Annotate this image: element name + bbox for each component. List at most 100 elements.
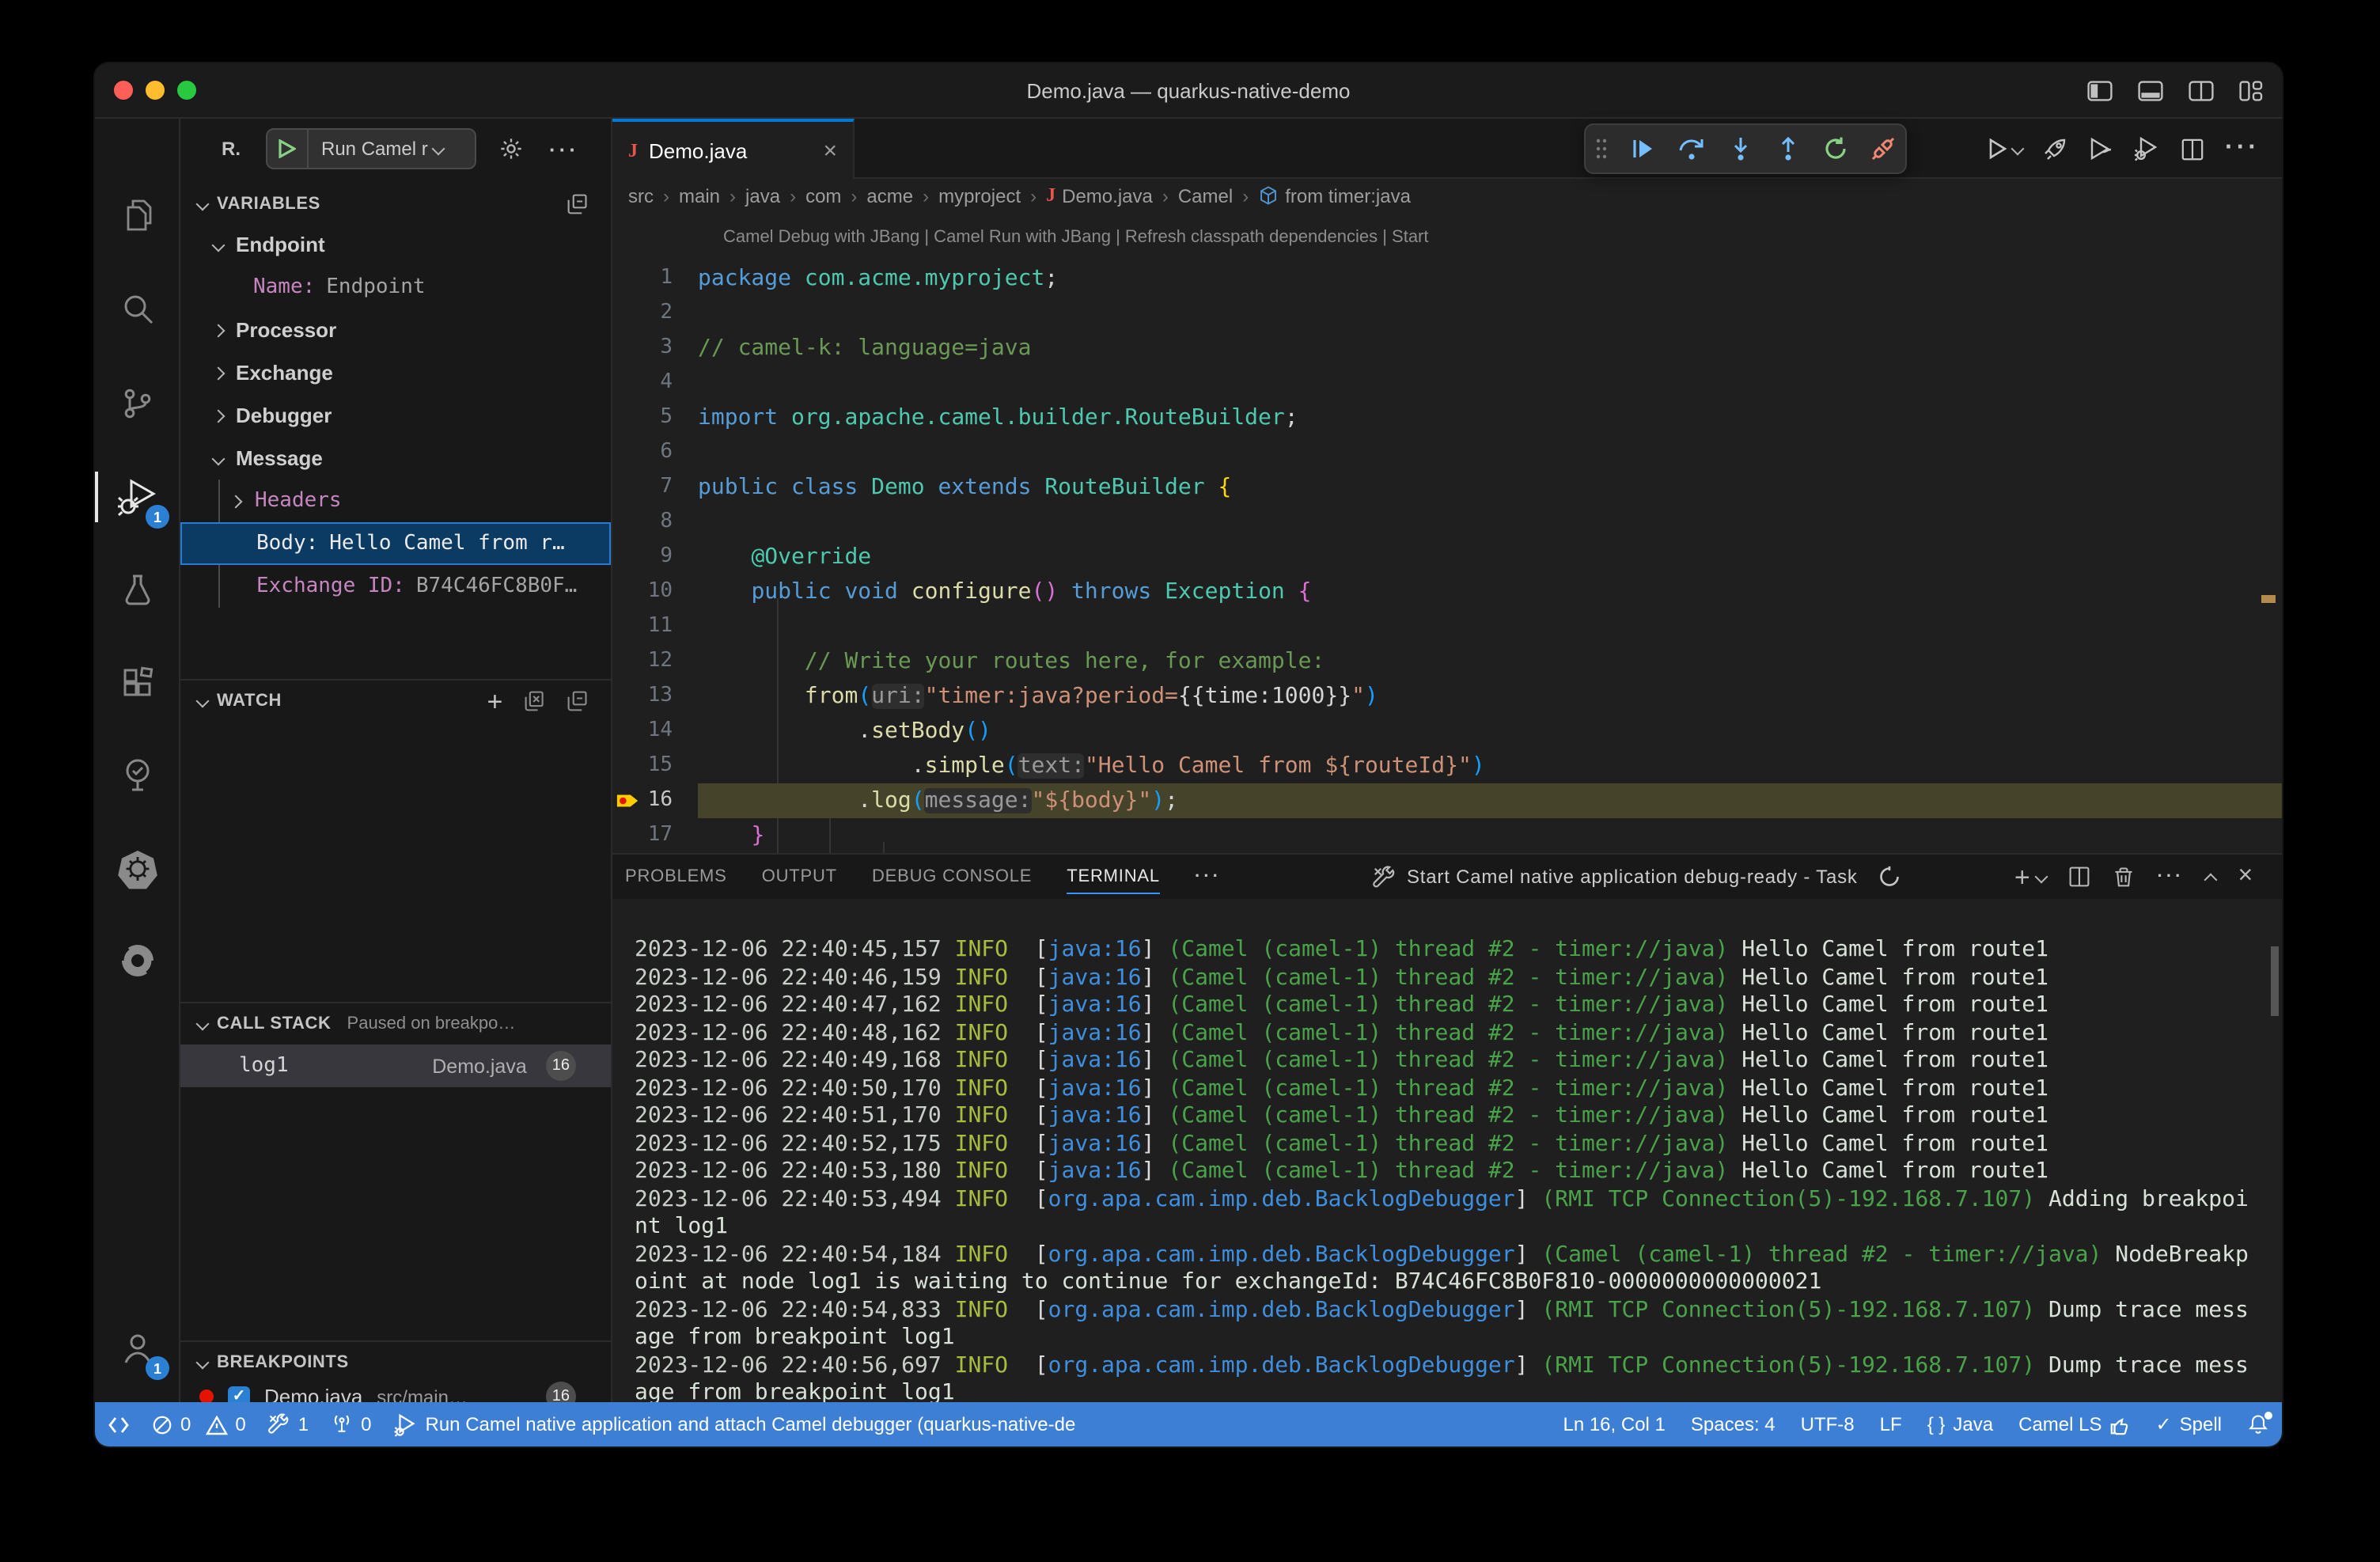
call-stack-frame[interactable]: log1 Demo.java 16 [180, 1044, 611, 1087]
problems-status[interactable]: 0 0 [152, 1413, 246, 1435]
code-text[interactable] [698, 505, 2282, 540]
panel-more-actions-icon[interactable]: ··· [2158, 867, 2185, 886]
variables-scope-exchange[interactable]: Exchange [180, 351, 611, 394]
gutter-glyph-margin[interactable] [612, 296, 641, 331]
more-actions-icon[interactable]: ··· [2225, 135, 2260, 163]
codelens-actions[interactable]: Camel Debug with JBang | Camel Run with … [723, 228, 1429, 247]
gutter-glyph-margin[interactable] [612, 261, 641, 296]
kubernetes-icon[interactable] [95, 831, 180, 907]
tab-output[interactable]: OUTPUT [762, 855, 837, 899]
close-window-button[interactable] [114, 81, 133, 100]
gutter-glyph-margin[interactable] [612, 505, 641, 540]
breadcrumb-item[interactable]: src [628, 184, 654, 207]
maximize-panel-icon[interactable] [2204, 873, 2218, 886]
remote-indicator-icon[interactable] [108, 1414, 130, 1435]
variable-name[interactable]: Name: Endpoint [180, 266, 611, 309]
code-line-11[interactable]: 11 [612, 609, 2282, 644]
extensions-icon[interactable] [95, 646, 180, 722]
tab-demo-java[interactable]: J Demo.java × [612, 119, 855, 179]
testing-icon[interactable] [95, 552, 180, 628]
line-number[interactable]: 9 [641, 540, 698, 574]
code-line-14[interactable]: 14 .setBody() [612, 714, 2282, 749]
code-line-2[interactable]: 2 [612, 296, 2282, 331]
code-line-12[interactable]: 12 // Write your routes here, for exampl… [612, 644, 2282, 679]
cursor-position[interactable]: Ln 16, Col 1 [1563, 1413, 1665, 1435]
line-number[interactable]: 13 [641, 679, 698, 714]
code-text[interactable]: .log(message:"${body}"); [698, 783, 2282, 818]
gutter-glyph-margin[interactable] [612, 714, 641, 749]
code-text[interactable]: // camel-k: language=java [698, 331, 2282, 366]
breadcrumb-item[interactable]: java [745, 184, 780, 207]
run-java-button[interactable] [1986, 138, 2022, 160]
line-number[interactable]: 14 [641, 714, 698, 749]
ports-status[interactable]: 0 [331, 1413, 371, 1435]
breadcrumb-item[interactable]: main [679, 184, 720, 207]
code-line-13[interactable]: 13 from(uri:"timer:java?period={{time:10… [612, 679, 2282, 714]
split-editor-layout-icon[interactable] [2189, 81, 2214, 101]
more-actions-icon[interactable]: ··· [549, 137, 579, 161]
breadcrumb-item[interactable]: from timer:java [1258, 184, 1411, 207]
tasks-status[interactable]: 1 [268, 1413, 309, 1435]
tab-debug-console[interactable]: DEBUG CONSOLE [872, 855, 1032, 899]
search-icon[interactable] [95, 271, 180, 347]
line-number[interactable]: 8 [641, 505, 698, 540]
debug-current-line-breakpoint-icon[interactable] [612, 783, 641, 818]
split-editor-icon[interactable] [2181, 137, 2204, 161]
line-number[interactable]: 7 [641, 470, 698, 505]
restart-button[interactable] [1823, 136, 1848, 161]
code-line-6[interactable]: 6 [612, 435, 2282, 470]
gutter-glyph-margin[interactable] [612, 574, 641, 609]
collapse-all-icon[interactable] [567, 690, 589, 712]
launch-config-dropdown[interactable]: Run Camel r [266, 128, 476, 169]
panel-more-tabs-icon[interactable]: ··· [1195, 867, 1222, 886]
code-text[interactable]: @Override [698, 540, 2282, 574]
line-number[interactable]: 12 [641, 644, 698, 679]
code-line-4[interactable]: 4 [612, 366, 2282, 400]
variable-body[interactable]: Body: Hello Camel from r… [180, 522, 611, 565]
add-watch-expression-icon[interactable]: + [487, 688, 503, 715]
breadcrumb-item[interactable]: Camel [1178, 184, 1233, 207]
code-line-7[interactable]: 7public class Demo extends RouteBuilder … [612, 470, 2282, 505]
code-line-10[interactable]: 10 public void configure() throws Except… [612, 574, 2282, 609]
breadcrumb-item[interactable]: myproject [938, 184, 1021, 207]
language-mode[interactable]: { }Java [1927, 1413, 1993, 1435]
spell-checker-status[interactable]: ✓Spell [2156, 1413, 2223, 1435]
gutter-glyph-margin[interactable] [612, 644, 641, 679]
indentation[interactable]: Spaces: 4 [1691, 1413, 1776, 1435]
camel-ls-status[interactable]: Camel LS [2018, 1413, 2130, 1435]
line-number[interactable]: 17 [641, 818, 698, 853]
zoom-window-button[interactable] [177, 81, 196, 100]
gutter-glyph-margin[interactable] [612, 609, 641, 644]
eol-sequence[interactable]: LF [1880, 1413, 1902, 1435]
gutter-glyph-margin[interactable] [612, 435, 641, 470]
code-line-17[interactable]: 17 } [612, 818, 2282, 853]
code-text[interactable]: from(uri:"timer:java?period={{time:1000}… [698, 679, 2282, 714]
breadcrumb-item[interactable]: JDemo.java [1046, 184, 1153, 207]
code-line-15[interactable]: 15 .simple(text:"Hello Camel from ${rout… [612, 749, 2282, 783]
source-control-icon[interactable] [95, 366, 180, 442]
explorer-icon[interactable] [95, 177, 180, 253]
line-number[interactable]: 1 [641, 261, 698, 296]
close-tab-icon[interactable]: × [823, 138, 837, 162]
camel-run-icon[interactable] [2089, 136, 2114, 161]
split-terminal-icon[interactable] [2069, 866, 2091, 888]
code-text[interactable]: import org.apache.camel.builder.RouteBui… [698, 400, 2282, 435]
variable-headers[interactable]: Headers [180, 480, 611, 522]
breadcrumb-item[interactable]: acme [866, 184, 913, 207]
code-text[interactable]: // Write your routes here, for example: [698, 644, 2282, 679]
encoding[interactable]: UTF-8 [1801, 1413, 1855, 1435]
kill-terminal-icon[interactable] [2113, 866, 2136, 888]
run-and-debug-icon[interactable]: 1 [95, 459, 180, 535]
terminal-scrollbar[interactable] [2271, 946, 2279, 1016]
call-stack-section-header[interactable]: CALL STACK Paused on breakpo… [180, 1005, 611, 1043]
toggle-panel-icon[interactable] [2138, 81, 2163, 101]
code-text[interactable]: public class Demo extends RouteBuilder { [698, 470, 2282, 505]
variables-scope-endpoint[interactable]: Endpoint [180, 223, 611, 266]
variable-exchange-id[interactable]: Exchange ID: B74C46FC8B0F… [180, 565, 611, 608]
breadcrumb-item[interactable]: com [805, 184, 841, 207]
variables-scope-debugger[interactable]: Debugger [180, 394, 611, 437]
line-number[interactable]: 3 [641, 331, 698, 366]
line-number[interactable]: 15 [641, 749, 698, 783]
code-text[interactable]: .simple(text:"Hello Camel from ${routeId… [698, 749, 2282, 783]
terminal-output[interactable]: 2023-12-06 22:40:45,157 INFO [java:16] (… [635, 937, 2266, 1405]
